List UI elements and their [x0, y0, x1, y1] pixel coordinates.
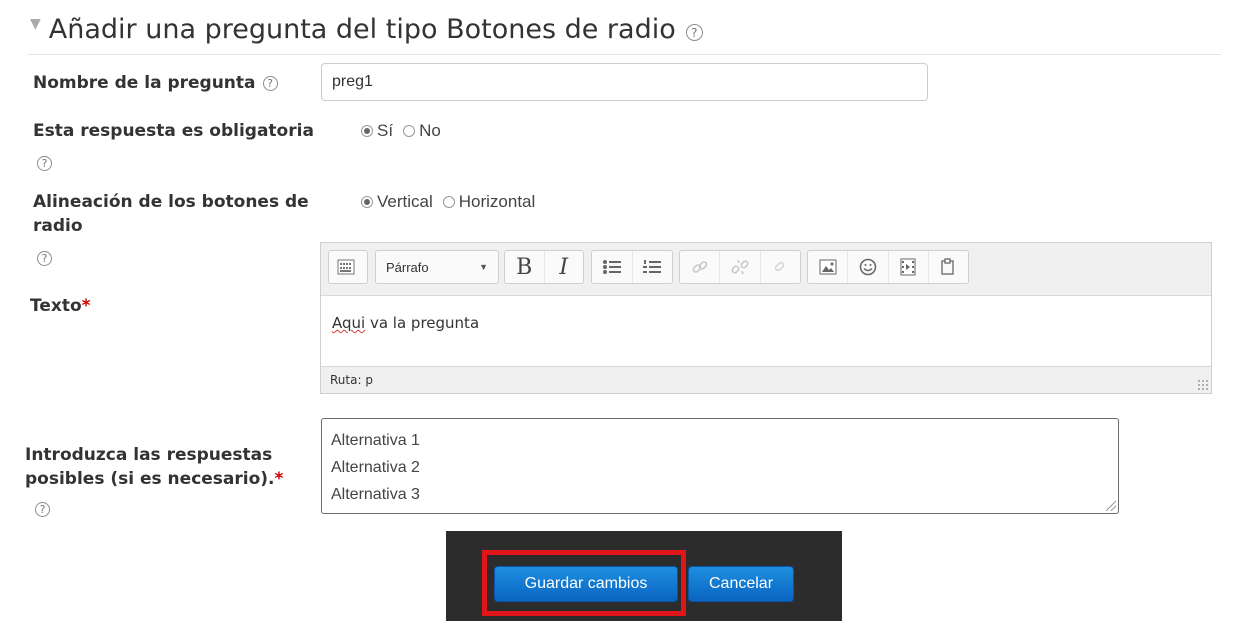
radio-button[interactable]: [403, 125, 416, 137]
required-radio-group: Sí No: [361, 121, 451, 141]
resize-handle-icon[interactable]: [1106, 501, 1116, 511]
question-name-label-text: Nombre de la pregunta: [33, 73, 256, 93]
help-icon[interactable]: ?: [35, 502, 50, 517]
cancel-button[interactable]: Cancelar: [688, 566, 794, 602]
emoticon-icon[interactable]: [847, 251, 887, 283]
alignment-option-horizontal-label: Horizontal: [458, 192, 536, 211]
unordered-list-icon[interactable]: [592, 251, 632, 283]
question-name-input[interactable]: preg1: [321, 63, 928, 101]
image-icon[interactable]: [808, 251, 847, 283]
highlight-box: [482, 550, 686, 616]
alignment-label-line2: radio: [33, 216, 83, 236]
help-icon[interactable]: ?: [262, 75, 278, 91]
text-label: Texto*: [30, 294, 91, 318]
alignment-option-horizontal[interactable]: Horizontal: [442, 192, 536, 212]
toolbar-group-toggle: [328, 250, 368, 284]
alignment-label-line1: Alineación de los botones de: [33, 192, 309, 212]
required-option-yes-label: Sí: [377, 121, 394, 140]
answers-label-line2: posibles (si es necesario).: [25, 469, 275, 489]
editor-text: va la pregunta: [365, 314, 480, 332]
toolbar-group-links: [679, 250, 801, 284]
editor-toolbar: Párrafo ▼ B I: [321, 243, 1211, 296]
collapse-caret-icon[interactable]: ▼: [30, 16, 41, 32]
toolbar-group-style: B I: [504, 250, 584, 284]
format-select-value: Párrafo: [386, 259, 429, 275]
radio-button-checked[interactable]: [361, 196, 373, 208]
format-select[interactable]: Párrafo ▼: [375, 250, 499, 284]
section-divider: [28, 54, 1221, 55]
anchor-icon[interactable]: [759, 251, 800, 283]
media-icon[interactable]: [887, 251, 928, 283]
alignment-option-vertical-label: Vertical: [377, 192, 433, 211]
radio-button[interactable]: [442, 196, 455, 208]
question-name-label: Nombre de la pregunta ?: [33, 71, 278, 95]
editor-path-bar: Ruta: p: [321, 366, 1211, 393]
question-name-value: preg1: [332, 73, 373, 90]
radio-button-checked[interactable]: [361, 125, 373, 137]
answers-label-line1: Introduzca las respuestas: [25, 445, 273, 465]
required-option-no[interactable]: No: [403, 121, 441, 141]
rich-text-editor: Párrafo ▼ B I Aqui va la pregunta Ruta: …: [320, 242, 1212, 394]
ordered-list-icon[interactable]: [631, 251, 673, 283]
answer-line: Alternativa 1: [331, 432, 420, 449]
answer-line: Alternativa 2: [331, 459, 420, 476]
help-icon[interactable]: ?: [37, 251, 52, 266]
alignment-radio-group: Vertical Horizontal: [361, 192, 545, 212]
required-asterisk: *: [274, 469, 284, 489]
answer-line: Alternativa 3: [331, 486, 420, 503]
required-label: Esta respuesta es obligatoria: [33, 121, 314, 141]
toolbar-group-media: [807, 250, 969, 284]
unlink-icon[interactable]: [719, 251, 759, 283]
editor-content[interactable]: Aqui va la pregunta: [321, 296, 1211, 368]
editor-text-misspelled-word: Aqui: [332, 314, 366, 332]
section-title[interactable]: ▼ Añadir una pregunta del tipo Botones d…: [30, 14, 703, 45]
help-icon[interactable]: ?: [37, 156, 52, 171]
help-icon[interactable]: ?: [685, 24, 703, 41]
toolbar-toggle-icon[interactable]: [329, 251, 363, 283]
alignment-label: Alineación de los botones de radio: [33, 190, 309, 238]
resize-handle-icon[interactable]: [1197, 379, 1209, 391]
required-option-no-label: No: [419, 121, 441, 140]
required-option-yes[interactable]: Sí: [361, 121, 393, 141]
toolbar-group-lists: [591, 250, 673, 284]
bold-icon[interactable]: B: [505, 251, 544, 283]
paste-icon[interactable]: [927, 251, 968, 283]
answers-textarea[interactable]: Alternativa 1 Alternativa 2 Alternativa …: [321, 418, 1119, 514]
italic-icon[interactable]: I: [543, 251, 584, 283]
answers-label: Introduzca las respuestas posibles (si e…: [25, 443, 283, 491]
chevron-down-icon: ▼: [479, 262, 488, 272]
link-icon[interactable]: [680, 251, 719, 283]
editor-path: Ruta: p: [330, 373, 373, 387]
alignment-option-vertical[interactable]: Vertical: [361, 192, 433, 212]
text-label-text: Texto: [30, 296, 82, 316]
section-title-text: Añadir una pregunta del tipo Botones de …: [48, 14, 676, 45]
required-asterisk: *: [81, 296, 91, 316]
